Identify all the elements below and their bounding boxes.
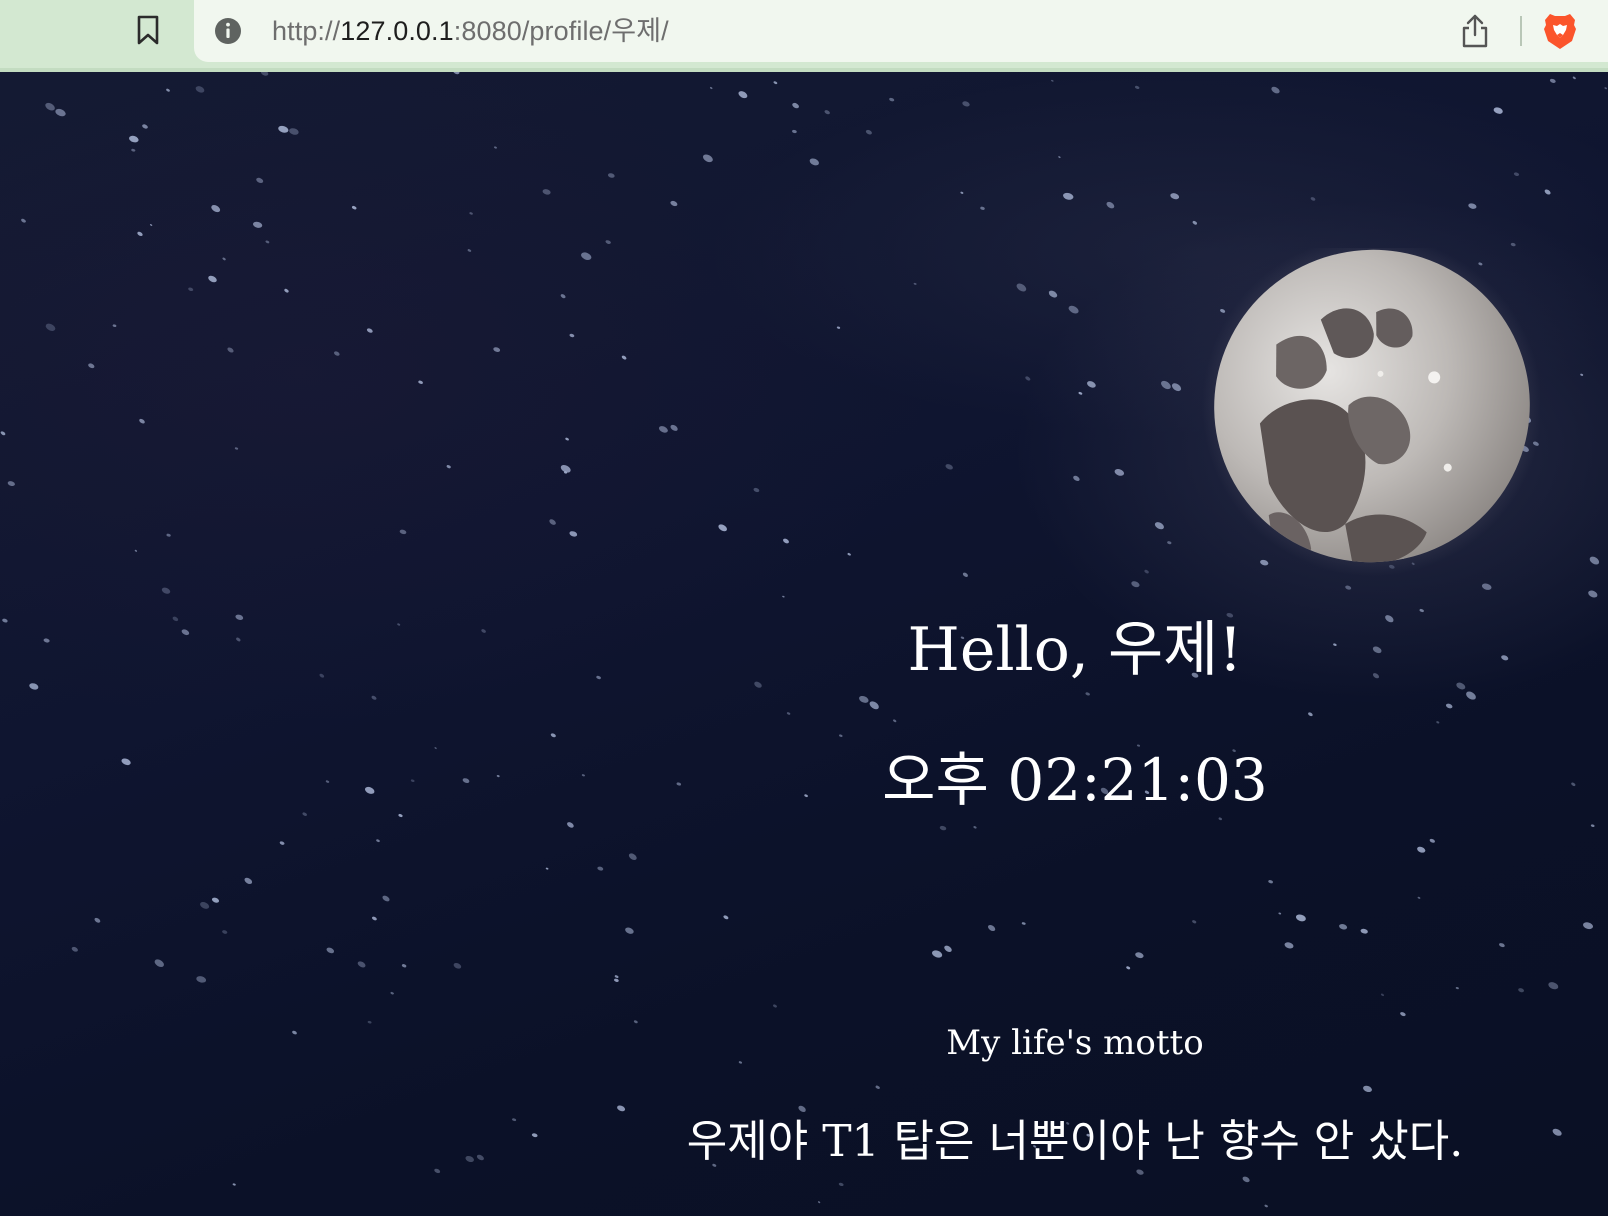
- brave-lion-icon[interactable]: [1542, 11, 1578, 51]
- info-icon[interactable]: [214, 17, 242, 45]
- toolbar-divider: [1520, 16, 1522, 46]
- address-bar[interactable]: http://127.0.0.1:8080/profile/우제/: [194, 0, 1608, 62]
- profile-page: Hello, 우제! 오후 02:21:03 My life's motto 우…: [0, 72, 1608, 1216]
- bookmark-icon: [137, 15, 159, 45]
- current-time: 오후 02:21:03: [882, 746, 1268, 814]
- url-scheme: http://: [272, 16, 341, 46]
- profile-content: Hello, 우제! 오후 02:21:03 My life's motto 우…: [580, 72, 1570, 1216]
- url-path: :8080/profile/우제/: [453, 16, 669, 46]
- url-host: 127.0.0.1: [340, 16, 454, 46]
- url-text[interactable]: http://127.0.0.1:8080/profile/우제/: [272, 0, 669, 62]
- share-icon[interactable]: [1458, 13, 1492, 49]
- motto-label: My life's motto: [946, 1023, 1204, 1063]
- greeting-heading: Hello, 우제!: [907, 615, 1243, 685]
- motto-text: 우제야 T1 탑은 너뿐이야 난 향수 안 샀다.: [686, 1116, 1464, 1167]
- browser-toolbar: http://127.0.0.1:8080/profile/우제/: [0, 0, 1608, 72]
- bookmark-button[interactable]: [128, 10, 168, 50]
